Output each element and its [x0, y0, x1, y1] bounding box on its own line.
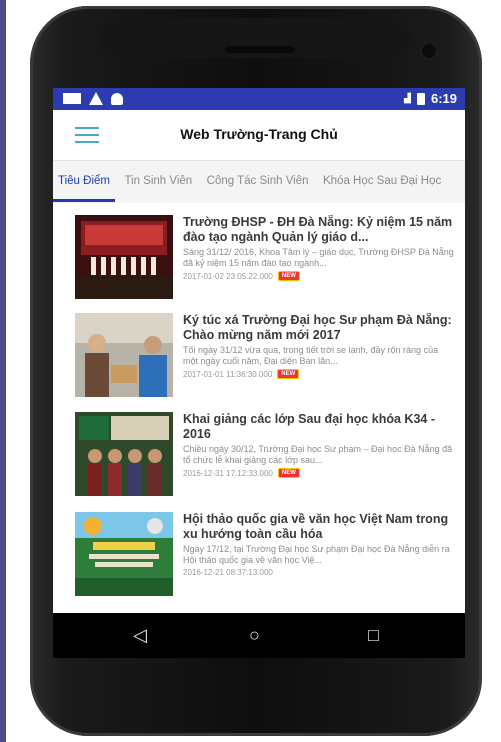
article-summary: Ngày 17/12, tại Trường Đại học Sư phạm Đ…	[183, 544, 450, 565]
new-badge: NEW	[277, 271, 300, 281]
article-thumbnail[interactable]	[75, 412, 173, 496]
front-camera-icon	[422, 44, 436, 58]
category-tabs: Tiêu Điểm Tin Sinh Viên Công Tác Sinh Vi…	[53, 160, 465, 204]
app-title: Web Trường-Trang Chủ	[180, 126, 338, 142]
notification-box-icon	[63, 93, 81, 104]
window-edge	[0, 0, 6, 742]
speaker-grille	[225, 46, 295, 53]
tab-khoa-hoc-sau-dai-hoc[interactable]: Khóa Học Sau Đại Học	[318, 161, 446, 201]
article-thumbnail[interactable]	[75, 215, 173, 299]
list-item[interactable]: Ký túc xá Trường Đại học Sư phạm Đà Nẵng…	[75, 313, 455, 401]
navigation-bar: ◁ ○ □	[53, 613, 465, 658]
warning-icon	[89, 92, 103, 105]
article-list: Trường ĐHSP - ĐH Đà Nẵng: Kỷ niệm 15 năm…	[53, 203, 465, 613]
article-thumbnail[interactable]	[75, 512, 173, 596]
tab-tieu-diem[interactable]: Tiêu Điểm	[53, 161, 115, 202]
article-title[interactable]: Trường ĐHSP - ĐH Đà Nẵng: Kỷ niệm 15 năm…	[183, 215, 455, 245]
list-item[interactable]: Trường ĐHSP - ĐH Đà Nẵng: Kỷ niệm 15 năm…	[75, 215, 455, 303]
home-icon[interactable]: ○	[249, 625, 260, 646]
list-item[interactable]: Khai giảng các lớp Sau đại học khóa K34 …	[75, 412, 455, 500]
android-icon	[111, 92, 123, 105]
article-summary: Chiều ngày 30/12, Trường Đại học Sư phạm…	[183, 444, 453, 465]
battery-icon	[416, 92, 425, 105]
article-summary: Tối ngày 31/12 vừa qua, trong tiết trời …	[183, 345, 439, 366]
signal-icon: ▟	[404, 93, 411, 103]
article-title[interactable]: Khai giảng các lớp Sau đại học khóa K34 …	[183, 412, 455, 442]
new-badge: NEW	[277, 369, 300, 379]
back-icon[interactable]: ◁	[133, 625, 147, 646]
article-date: 2017-01-01 11:36:30.000	[183, 369, 273, 379]
status-right: ▟ 6:19	[404, 91, 457, 106]
new-badge: NEW	[277, 468, 300, 478]
article-date: 2016-12-31 17:12:33.000	[183, 468, 273, 478]
tab-cong-tac-sinh-vien[interactable]: Công Tác Sinh Viên	[202, 161, 314, 201]
status-time: 6:19	[430, 91, 457, 106]
article-date: 2017-01-02 23:05:22.000	[183, 271, 273, 281]
status-bar: ▟ 6:19	[53, 88, 465, 110]
tab-tin-sinh-vien[interactable]: Tin Sinh Viên	[119, 161, 197, 201]
list-item[interactable]: Hội thảo quốc gia về văn học Việt Nam tr…	[75, 512, 455, 600]
article-summary: Sáng 31/12/ 2016, Khoa Tâm lý – giáo dục…	[183, 247, 454, 268]
article-title[interactable]: Ký túc xá Trường Đại học Sư phạm Đà Nẵng…	[183, 313, 455, 343]
article-date: 2016-12-21 08:37:13.000	[183, 568, 273, 577]
phone-screen: ▟ 6:19 Web Trường-Trang Chủ Tiêu Điểm Ti…	[53, 88, 465, 658]
article-thumbnail[interactable]	[75, 313, 173, 397]
article-title[interactable]: Hội thảo quốc gia về văn học Việt Nam tr…	[183, 512, 455, 542]
recents-icon[interactable]: □	[368, 625, 379, 646]
notification-icons	[63, 92, 123, 105]
app-bar: Web Trường-Trang Chủ	[53, 110, 465, 160]
